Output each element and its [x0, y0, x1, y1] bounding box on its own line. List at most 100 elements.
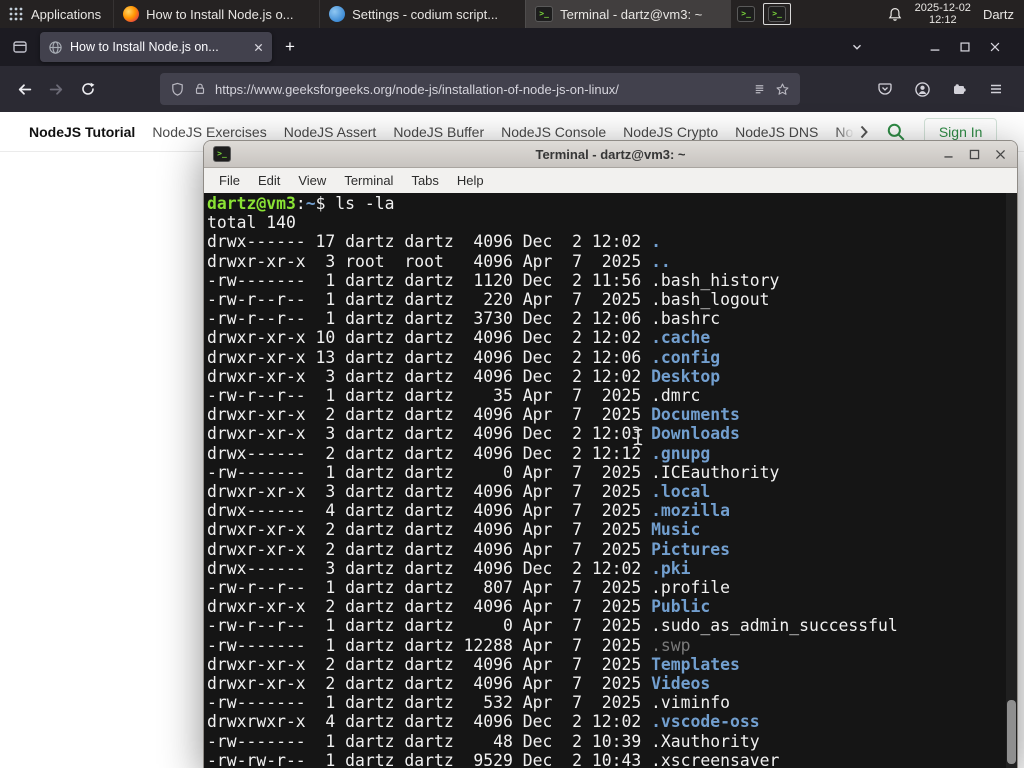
terminal-line: drwx------ 3 dartz dartz 4096 Dec 2 12:0…: [207, 558, 691, 578]
tab-bar-controls: [842, 33, 1018, 61]
menu-terminal[interactable]: Terminal: [335, 173, 402, 188]
terminal-window-controls: [942, 141, 1007, 167]
tab-title: How to Install Node.js on...: [70, 40, 219, 54]
toolbar-right-icons: [869, 73, 1016, 105]
terminal-output: dartz@vm3:~$ ls -la total 140 drwx------ 1…: [204, 193, 1017, 768]
codium-icon: [329, 6, 346, 22]
terminal-screen[interactable]: dartz@vm3:~$ ls -la total 140 drwx------ 1…: [204, 193, 1017, 768]
terminal-line: drwxr-xr-x 2 dartz dartz 4096 Apr 7 2025…: [207, 405, 740, 425]
firefox-view-icon[interactable]: [6, 33, 34, 61]
reload-button[interactable]: [72, 73, 104, 105]
terminal-window-title: Terminal - dartz@vm3: ~: [535, 146, 686, 162]
menu-help[interactable]: Help: [448, 173, 493, 188]
tray-terminal-icon[interactable]: >_: [737, 6, 756, 22]
terminal-line: drwxr-xr-x 3 dartz dartz 4096 Apr 7 2025…: [207, 482, 711, 502]
terminal-line: -rw-r--r-- 1 dartz dartz 807 Apr 7 2025 …: [207, 578, 731, 598]
bookmark-star-icon[interactable]: [775, 82, 790, 97]
terminal-line: dartz@vm3:~$ ls -la: [207, 194, 395, 213]
site-nav-item[interactable]: NodeJS DNS: [735, 124, 818, 140]
terminal-line: drwx------ 2 dartz dartz 4096 Dec 2 12:1…: [207, 443, 711, 463]
terminal-line: -rw------- 1 dartz dartz 12288 Apr 7 202…: [207, 635, 691, 655]
terminal-line: drwxr-xr-x 2 dartz dartz 4096 Apr 7 2025…: [207, 520, 701, 540]
account-icon[interactable]: [906, 73, 938, 105]
browser-tab-bar: How to Install Node.js on... +: [0, 28, 1024, 66]
terminal-scrollbar-thumb[interactable]: [1007, 700, 1016, 764]
terminal-line: -rw------- 1 dartz dartz 532 Apr 7 2025 …: [207, 693, 731, 713]
user-menu[interactable]: Dartz: [983, 7, 1014, 22]
terminal-maximize-button[interactable]: [968, 148, 981, 161]
site-nav-item[interactable]: NodeJS Assert: [284, 124, 377, 140]
terminal-line: drwxr-xr-x 2 dartz dartz 4096 Apr 7 2025…: [207, 674, 711, 694]
site-nav-item[interactable]: NodeJS Crypto: [623, 124, 718, 140]
site-nav-item[interactable]: NodeJS Tutorial: [29, 124, 135, 140]
terminal-line: -rw-r--r-- 1 dartz dartz 3730 Dec 2 12:0…: [207, 309, 721, 329]
terminal-line: drwxr-xr-x 3 root root 4096 Apr 7 2025 .…: [207, 251, 671, 271]
search-icon[interactable]: [886, 122, 906, 142]
terminal-line: drwx------ 17 dartz dartz 4096 Dec 2 12:…: [207, 232, 661, 252]
terminal-line: drwxr-xr-x 2 dartz dartz 4096 Apr 7 2025…: [207, 654, 740, 674]
terminal-line: drwxr-xr-x 3 dartz dartz 4096 Dec 2 12:0…: [207, 424, 740, 444]
taskbar-button-codium[interactable]: Settings - codium script...: [319, 0, 525, 28]
terminal-title-bar[interactable]: >_ Terminal - dartz@vm3: ~: [204, 141, 1017, 168]
pocket-icon[interactable]: [869, 73, 901, 105]
globe-favicon: [49, 40, 62, 54]
menu-view[interactable]: View: [289, 173, 335, 188]
back-button[interactable]: [8, 73, 40, 105]
menu-file[interactable]: File: [210, 173, 249, 188]
top-panel: Applications How to Install Node.js o...…: [0, 0, 1024, 28]
menu-hamburger-icon[interactable]: [980, 73, 1012, 105]
nav-scroll-right-icon: [860, 125, 868, 139]
clock-date: 2025-12-02: [914, 1, 971, 14]
browser-tab[interactable]: How to Install Node.js on...: [40, 32, 272, 62]
taskbar-button-terminal[interactable]: >_ Terminal - dartz@vm3: ~: [525, 0, 732, 28]
panel-right-area: 2025-12-02 12:12 Dartz: [887, 0, 1024, 28]
terminal-line: drwxr-xr-x 2 dartz dartz 4096 Apr 7 2025…: [207, 597, 711, 617]
reader-mode-icon[interactable]: [752, 82, 767, 97]
menu-tabs[interactable]: Tabs: [402, 173, 447, 188]
terminal-icon: >_: [535, 6, 554, 22]
browser-toolbar: https://www.geeksforgeeks.org/node-js/in…: [0, 66, 1024, 112]
tab-close-icon[interactable]: [253, 42, 264, 53]
clock-time: 12:12: [929, 14, 957, 26]
terminal-line: drwx------ 4 dartz dartz 4096 Apr 7 2025…: [207, 501, 731, 521]
taskbar-button-browser[interactable]: How to Install Node.js o...: [113, 0, 319, 28]
url-text: https://www.geeksforgeeks.org/node-js/in…: [215, 81, 619, 97]
list-all-tabs-icon[interactable]: [842, 33, 872, 61]
taskbar-button-label: How to Install Node.js o...: [146, 6, 294, 22]
terminal-icon: >_: [768, 6, 787, 22]
notification-bell-icon[interactable]: [887, 7, 903, 22]
terminal-minimize-button[interactable]: [942, 148, 955, 161]
taskbar-button-label: Terminal - dartz@vm3: ~: [560, 6, 703, 22]
terminal-line: drwxr-xr-x 10 dartz dartz 4096 Dec 2 12:…: [207, 328, 711, 348]
terminal-line: -rw-r--r-- 1 dartz dartz 220 Apr 7 2025 …: [207, 290, 770, 310]
tracking-protection-shield-icon[interactable]: [170, 82, 185, 97]
window-close-button[interactable]: [980, 33, 1010, 61]
menu-edit[interactable]: Edit: [249, 173, 289, 188]
applications-menu[interactable]: Applications: [0, 0, 113, 28]
site-nav-item[interactable]: NodeJS Console: [501, 124, 606, 140]
window-minimize-button[interactable]: [920, 33, 950, 61]
window-maximize-button[interactable]: [950, 33, 980, 61]
forward-button[interactable]: [40, 73, 72, 105]
terminal-line: -rw------- 1 dartz dartz 1120 Dec 2 11:5…: [207, 270, 780, 290]
terminal-line: drwxr-xr-x 13 dartz dartz 4096 Dec 2 12:…: [207, 347, 721, 367]
url-bar[interactable]: https://www.geeksforgeeks.org/node-js/in…: [160, 73, 800, 105]
new-tab-button[interactable]: +: [276, 33, 304, 61]
terminal-menu-bar: File Edit View Terminal Tabs Help: [204, 168, 1017, 193]
site-nav-item[interactable]: NodeJS Buffer: [393, 124, 484, 140]
tray-terminal-indicator[interactable]: >_: [763, 3, 792, 25]
terminal-line: drwxrwxr-x 4 dartz dartz 4096 Dec 2 12:0…: [207, 712, 760, 732]
terminal-app-icon: >_: [213, 146, 231, 162]
panel-clock[interactable]: 2025-12-02 12:12: [915, 2, 971, 27]
terminal-line: drwxr-xr-x 3 dartz dartz 4096 Dec 2 12:0…: [207, 366, 721, 386]
site-nav-item[interactable]: NodeJS Exercises: [152, 124, 266, 140]
lock-icon[interactable]: [193, 82, 207, 96]
system-tray: >_ >_: [737, 0, 792, 28]
taskbar-button-label: Settings - codium script...: [352, 6, 499, 22]
terminal-line: -rw-rw-r-- 1 dartz dartz 9529 Dec 2 10:4…: [207, 750, 780, 768]
terminal-line: -rw-r--r-- 1 dartz dartz 0 Apr 7 2025 .s…: [207, 616, 898, 636]
terminal-close-button[interactable]: [994, 148, 1007, 161]
extensions-icon[interactable]: [943, 73, 975, 105]
terminal-scrollbar[interactable]: [1006, 193, 1017, 768]
firefox-icon: [123, 6, 140, 22]
